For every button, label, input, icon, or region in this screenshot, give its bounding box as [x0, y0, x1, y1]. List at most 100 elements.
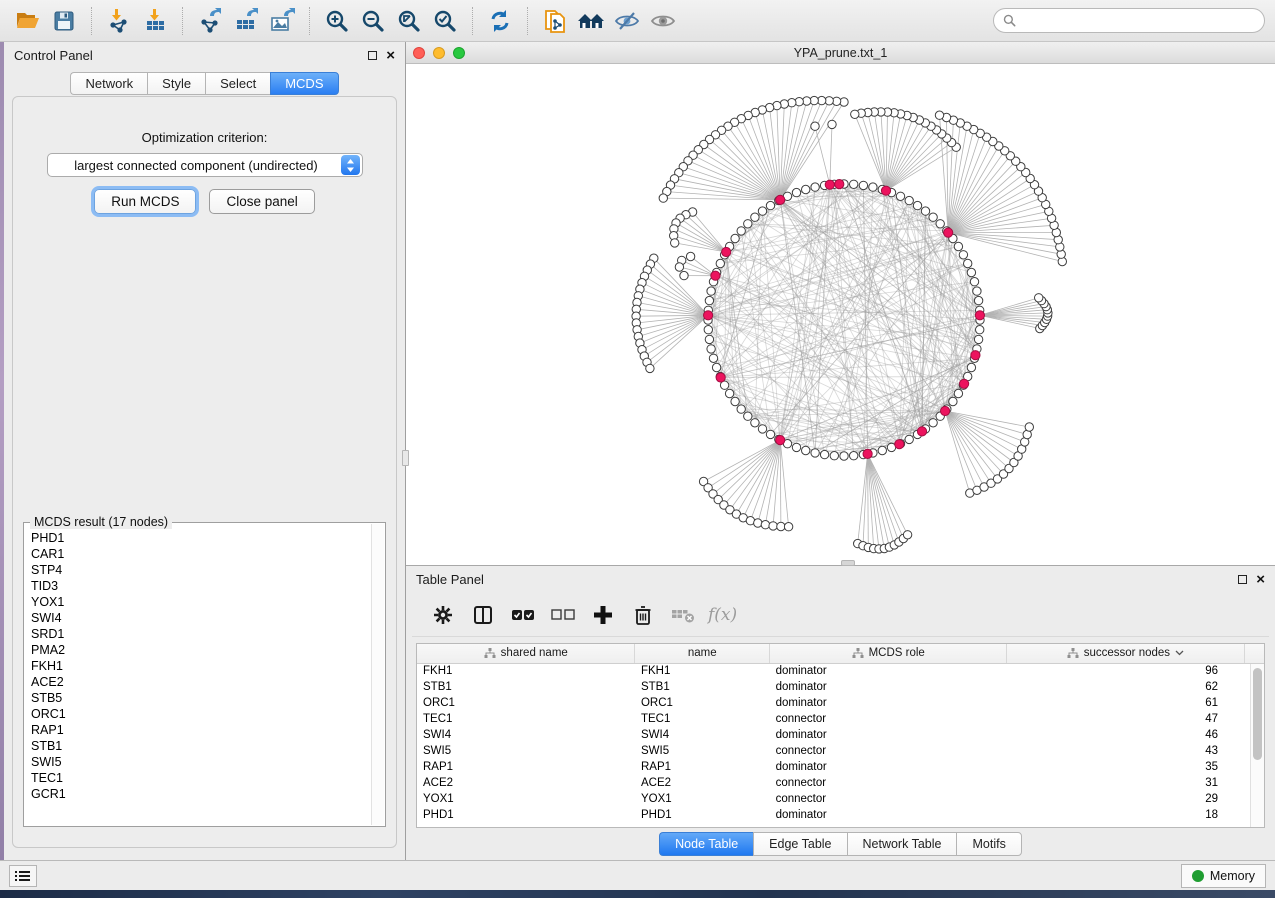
toolbar-separator [472, 7, 473, 35]
table-row[interactable]: SWI4SWI4dominator462 [417, 727, 1265, 743]
float-panel-icon[interactable] [368, 51, 377, 60]
column-header-name[interactable]: name [635, 644, 770, 663]
toolbar-separator [91, 7, 92, 35]
vertical-splitter-handle[interactable] [402, 450, 409, 466]
list-item[interactable]: SWI4 [31, 610, 371, 626]
tab-style[interactable]: Style [147, 72, 205, 95]
optimization-criterion-select[interactable]: largest connected component (undirected) [47, 153, 363, 177]
select-all-icon[interactable] [508, 600, 538, 630]
list-item[interactable]: STB5 [31, 690, 371, 706]
export-image-icon[interactable] [264, 5, 300, 37]
tab-network[interactable]: Network [70, 72, 147, 95]
column-display-icon[interactable] [468, 600, 498, 630]
table-row[interactable]: SWI5SWI5connector431 [417, 743, 1265, 759]
table-row[interactable]: ACE2ACE2connector311 [417, 775, 1265, 791]
tab-select[interactable]: Select [205, 72, 270, 95]
run-mcds-button[interactable]: Run MCDS [94, 189, 196, 214]
import-table-icon[interactable] [137, 5, 173, 37]
control-panel: Control Panel × Network Style Select MCD… [4, 42, 405, 860]
list-item[interactable]: YOX1 [31, 594, 371, 610]
export-table-icon[interactable] [228, 5, 264, 37]
mcds-result-list[interactable]: PHD1 CAR1 STP4 TID3 YOX1 SWI4 SRD1 PMA2 … [25, 524, 371, 825]
tab-node-table[interactable]: Node Table [659, 832, 753, 856]
tab-motifs[interactable]: Motifs [956, 832, 1021, 856]
table-settings-icon[interactable] [428, 600, 458, 630]
column-header-predecessor-nodes[interactable]: predecessor nodes [1244, 644, 1265, 663]
column-header-successor-nodes[interactable]: successor nodes [1007, 644, 1244, 663]
table-row[interactable]: ORC1ORC1dominator610 [417, 695, 1265, 711]
close-panel-button[interactable]: Close panel [209, 189, 314, 214]
table-panel: Table Panel × [406, 565, 1275, 860]
network-column-icon [1067, 648, 1079, 659]
cytoscape-app: Control Panel × Network Style Select MCD… [0, 0, 1275, 898]
delete-row-icon[interactable] [628, 600, 658, 630]
table-row[interactable]: FKH1FKH1dominator962 [417, 663, 1265, 679]
network-window-titlebar[interactable]: YPA_prune.txt_1 [406, 42, 1275, 64]
list-item[interactable]: PHD1 [31, 530, 371, 546]
table-header-row: shared name name MCDS role successor nod… [417, 644, 1265, 663]
hide-graphics-details-icon[interactable] [609, 5, 645, 37]
show-graphics-details-icon[interactable] [645, 5, 681, 37]
search-icon [1003, 14, 1016, 27]
node-table[interactable]: shared name name MCDS role successor nod… [416, 643, 1265, 828]
control-panel-tabs: Network Style Select MCDS [4, 72, 405, 95]
control-panel-header: Control Panel × [4, 42, 405, 69]
table-panel-header: Table Panel × [406, 566, 1275, 593]
add-row-icon[interactable] [588, 600, 618, 630]
list-item[interactable]: CAR1 [31, 546, 371, 562]
list-item[interactable]: RAP1 [31, 722, 371, 738]
refresh-layout-icon[interactable] [482, 5, 518, 37]
list-item[interactable]: SWI5 [31, 754, 371, 770]
table-row[interactable]: TEC1TEC1connector472 [417, 711, 1265, 727]
network-graph[interactable] [406, 64, 1275, 565]
table-row[interactable]: PHD1PHD1dominator180 [417, 807, 1265, 823]
close-panel-icon[interactable]: × [386, 51, 395, 61]
list-item[interactable]: FKH1 [31, 658, 371, 674]
zoom-out-icon[interactable] [355, 5, 391, 37]
list-item[interactable]: SRD1 [31, 626, 371, 642]
open-file-icon[interactable] [10, 5, 46, 37]
list-item[interactable]: ACE2 [31, 674, 371, 690]
function-builder-icon[interactable]: f(x) [708, 605, 737, 625]
tab-mcds[interactable]: MCDS [270, 72, 338, 95]
network-document-icon[interactable] [537, 5, 573, 37]
zoom-fit-icon[interactable] [391, 5, 427, 37]
list-item[interactable]: GCR1 [31, 786, 371, 802]
network-view-canvas[interactable] [406, 64, 1275, 565]
toolbar-separator [182, 7, 183, 35]
deselect-all-icon[interactable] [548, 600, 578, 630]
import-network-icon[interactable] [101, 5, 137, 37]
delete-table-icon[interactable] [668, 600, 698, 630]
save-session-icon[interactable] [46, 5, 82, 37]
table-row[interactable]: RAP1RAP1dominator352 [417, 759, 1265, 775]
list-item[interactable]: STB1 [31, 738, 371, 754]
main-toolbar [0, 0, 1275, 42]
tab-edge-table[interactable]: Edge Table [753, 832, 846, 856]
list-item[interactable]: TEC1 [31, 770, 371, 786]
memory-button[interactable]: Memory [1181, 864, 1266, 888]
close-panel-icon[interactable]: × [1256, 575, 1265, 585]
table-scrollbar[interactable] [1250, 664, 1264, 827]
mcds-result-box: MCDS result (17 nodes) PHD1 CAR1 STP4 TI… [23, 522, 386, 827]
search-field[interactable] [993, 8, 1265, 33]
column-header-mcds-role[interactable]: MCDS role [770, 644, 1007, 663]
table-row[interactable]: STB1STB1dominator620 [417, 679, 1265, 695]
table-toolbar: f(x) [412, 593, 1269, 637]
search-input[interactable] [1021, 13, 1255, 29]
tab-network-table[interactable]: Network Table [847, 832, 957, 856]
list-item[interactable]: STP4 [31, 562, 371, 578]
export-network-icon[interactable] [192, 5, 228, 37]
list-item[interactable]: ORC1 [31, 706, 371, 722]
float-panel-icon[interactable] [1238, 575, 1247, 584]
zoom-selected-icon[interactable] [427, 5, 463, 37]
toolbar-separator [309, 7, 310, 35]
task-history-button[interactable] [9, 865, 37, 887]
column-header-shared-name[interactable]: shared name [417, 644, 635, 663]
zoom-in-icon[interactable] [319, 5, 355, 37]
list-item[interactable]: TID3 [31, 578, 371, 594]
home-icon[interactable] [573, 5, 609, 37]
list-item[interactable]: PMA2 [31, 642, 371, 658]
table-row[interactable]: YOX1YOX1connector291 [417, 791, 1265, 807]
table-scrollbar-thumb[interactable] [1253, 668, 1262, 760]
mcds-list-scrollbar[interactable] [371, 524, 384, 825]
